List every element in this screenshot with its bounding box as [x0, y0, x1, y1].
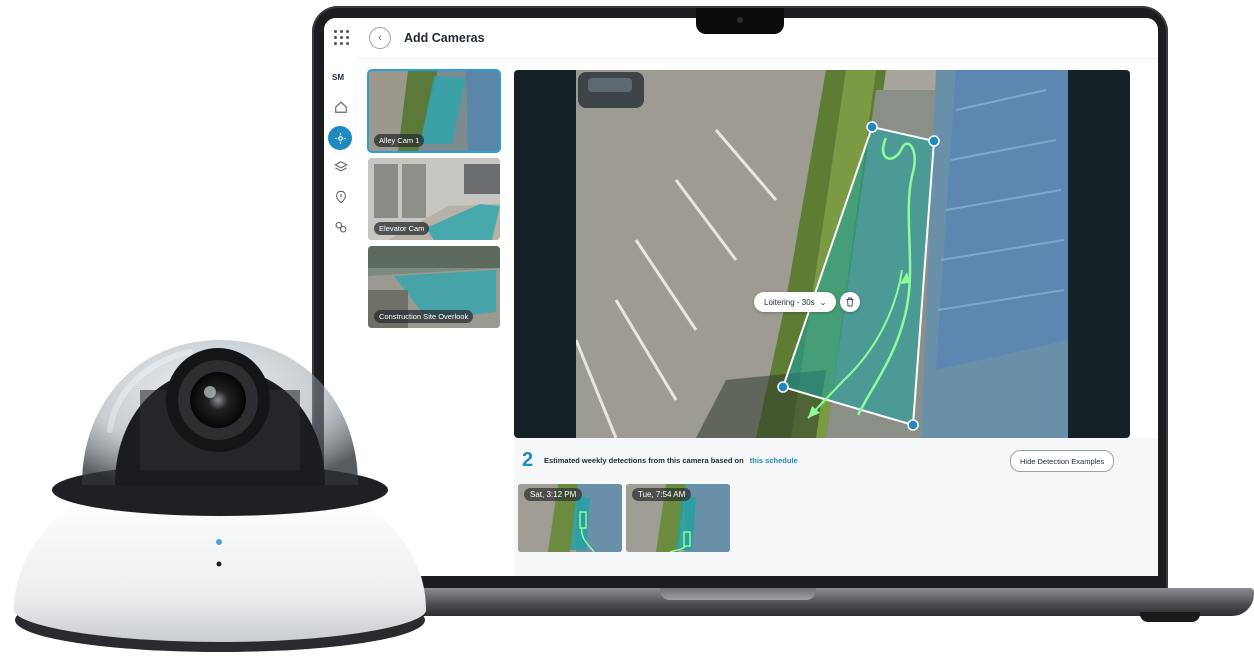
detection-text: Estimated weekly detections from this ca…: [544, 456, 744, 465]
chevron-down-icon: ⌄: [819, 297, 827, 307]
home-icon[interactable]: [333, 99, 349, 115]
zone-rule-label: Loitering - 30s: [764, 297, 815, 307]
zone-rule-dropdown[interactable]: Loitering - 30s ⌄: [754, 292, 837, 312]
alerts-icon[interactable]: [333, 189, 349, 205]
cameras-icon[interactable]: [328, 126, 352, 150]
camera-thumb-label: Alley Cam 1: [374, 134, 425, 147]
camera-thumb-alley[interactable]: Alley Cam 1: [367, 69, 501, 153]
detection-time: Tue, 7:54 AM: [632, 488, 692, 501]
detections-panel: 2 Estimated weekly detections from this …: [514, 438, 1158, 576]
app-grid-icon[interactable]: [334, 30, 350, 46]
camera-thumb-construction[interactable]: Construction Site Overlook: [368, 246, 500, 328]
page-title: Add Cameras: [404, 31, 485, 45]
avatar[interactable]: SM: [332, 73, 344, 82]
back-button[interactable]: ‹: [369, 27, 391, 49]
camera-video-feed[interactable]: Loitering - 30s ⌄: [514, 70, 1130, 438]
hide-detection-examples-button[interactable]: Hide Detection Examples: [1010, 450, 1115, 472]
detection-description: Estimated weekly detections from this ca…: [544, 456, 798, 465]
detection-example[interactable]: Sat, 3:12 PM: [518, 484, 622, 552]
detection-time: Sat, 3:12 PM: [524, 488, 583, 501]
app-screen: ‹ Add Cameras SM Alley Cam 1 Elevator Ca…: [324, 18, 1158, 576]
trash-icon: [846, 297, 854, 307]
camera-thumb-label: Elevator Cam: [374, 222, 430, 235]
schedule-link[interactable]: this schedule: [750, 456, 798, 465]
laptop-notch: [696, 8, 784, 34]
detection-count: 2: [522, 449, 534, 471]
layers-icon[interactable]: [333, 159, 349, 175]
camera-thumb-elevator[interactable]: Elevator Cam: [368, 158, 500, 240]
detection-example[interactable]: Tue, 7:54 AM: [626, 484, 730, 552]
laptop-foot: [1140, 612, 1200, 622]
delete-zone-button[interactable]: [840, 292, 860, 312]
dome-security-camera: [14, 340, 426, 652]
integrations-icon[interactable]: [333, 219, 349, 235]
chevron-left-icon: ‹: [378, 31, 382, 44]
alley-scene: [576, 70, 1068, 438]
